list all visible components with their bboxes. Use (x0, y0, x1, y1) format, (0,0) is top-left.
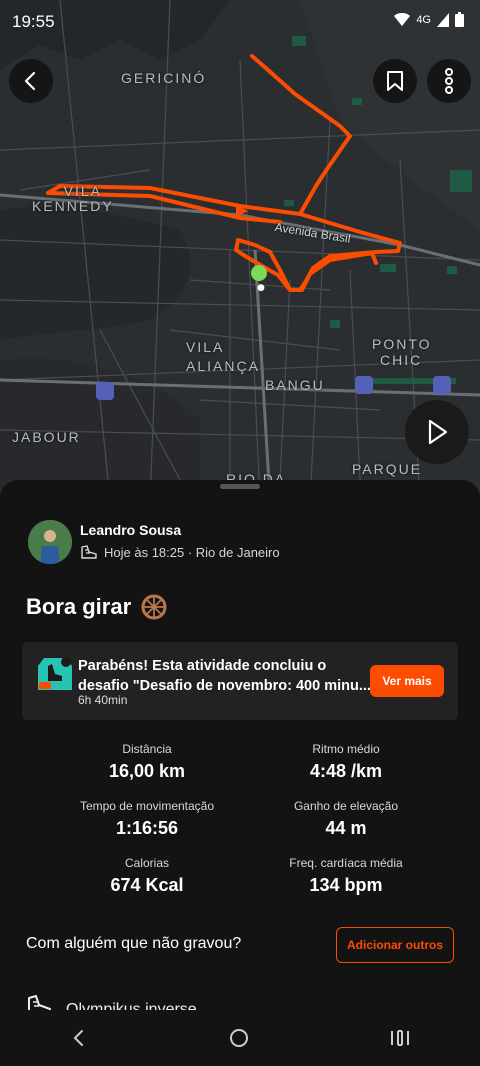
stat-pace: Ritmo médio 4:48 /km (246, 742, 446, 782)
more-vertical-icon (445, 68, 453, 94)
stat-moving-time: Tempo de movimentação 1:16:56 (47, 799, 247, 839)
stat-label: Ganho de elevação (293, 799, 399, 813)
bookmark-icon (387, 71, 403, 91)
stat-calories: Calorias 674 Kcal (47, 856, 247, 896)
shoe-icon (81, 545, 97, 559)
avatar[interactable] (28, 520, 72, 564)
map-label-line: ALIANÇA (186, 358, 260, 374)
status-icons: 4G (394, 12, 464, 27)
activity-sheet: Leandro Sousa Hoje às 18:25 · Rio de Jan… (0, 480, 480, 1066)
athlete-name[interactable]: Leandro Sousa (80, 522, 181, 538)
stat-value: 16,00 km (108, 761, 186, 781)
back-button[interactable] (9, 59, 53, 103)
activity-date-location: Hoje às 18:25 · Rio de Janeiro (104, 544, 280, 560)
add-others-button[interactable]: Adicionar outros (336, 927, 454, 963)
more-options-button[interactable] (427, 59, 471, 103)
map-label-line: VILA (186, 339, 225, 355)
stat-value: 134 bpm (309, 875, 383, 895)
bookmark-button[interactable] (373, 59, 417, 103)
map-label-parque: PARQUE (352, 461, 423, 477)
challenge-message: Parabéns! Esta atividade concluiu o desa… (78, 656, 378, 696)
map-label-ponto-chic: PONTO CHIC (372, 337, 432, 368)
map-label-vila-kennedy: VILA KENNEDY (32, 183, 114, 214)
signal-icon (437, 12, 449, 27)
nav-recents-icon[interactable] (389, 1028, 411, 1048)
activity-meta: Hoje às 18:25 · Rio de Janeiro (80, 544, 280, 560)
status-bar: 19:55 4G (0, 0, 480, 44)
status-time: 19:55 (12, 12, 55, 31)
map-label-bangu: BANGU (265, 377, 325, 393)
challenge-badge-icon (38, 657, 72, 690)
map-label-line: KENNEDY (32, 198, 114, 214)
add-others-prompt: Com alguém que não gravou? (26, 935, 242, 952)
map-label-line: CHIC (380, 352, 423, 368)
challenge-card[interactable]: Parabéns! Esta atividade concluiu o desa… (22, 642, 458, 720)
svg-text:●: ● (257, 283, 265, 293)
wheel-emoji-icon (141, 594, 167, 620)
athlete-photo (28, 520, 72, 564)
wifi-icon (394, 12, 411, 26)
stat-label: Freq. cardíaca média (289, 856, 403, 870)
map-label-gericino: GERICINÓ (121, 70, 207, 86)
play-flyover-button[interactable] (405, 400, 469, 464)
stat-value: 44 m (325, 818, 367, 838)
map-label-jabour: JABOUR (12, 429, 81, 445)
stat-value: 1:16:56 (115, 818, 179, 838)
stat-heart-rate: Freq. cardíaca média 134 bpm (246, 856, 446, 896)
stat-label: Tempo de movimentação (79, 799, 215, 813)
activity-title-text: Bora girar (26, 594, 132, 619)
drag-handle[interactable] (220, 484, 260, 489)
back-arrow-icon (24, 71, 36, 91)
nav-home-icon[interactable] (228, 1027, 250, 1049)
stat-distance: Distância 16,00 km (47, 742, 247, 782)
play-icon (428, 419, 448, 445)
map-label-line: PONTO (372, 336, 432, 352)
nav-back-icon[interactable] (69, 1028, 89, 1048)
stat-label: Ritmo médio (312, 742, 380, 756)
challenge-duration: 6h 40min (78, 693, 128, 707)
battery-icon (455, 12, 464, 27)
system-nav-bar (0, 1010, 480, 1066)
stat-value: 4:48 /km (309, 761, 383, 781)
stat-value: 674 Kcal (110, 875, 184, 895)
stat-label: Calorias (124, 856, 169, 870)
challenge-line-1: Parabéns! Esta atividade concluiu o (78, 658, 327, 674)
activity-title: Bora girar (26, 594, 167, 620)
stat-elevation: Ganho de elevação 44 m (246, 799, 446, 839)
network-label: 4G (416, 13, 431, 26)
see-more-button[interactable]: Ver mais (370, 665, 444, 697)
stat-label: Distância (122, 742, 172, 756)
map-label-vila-alianca: VILA ALIANÇA (186, 340, 260, 374)
map-label-line: VILA (63, 183, 103, 199)
